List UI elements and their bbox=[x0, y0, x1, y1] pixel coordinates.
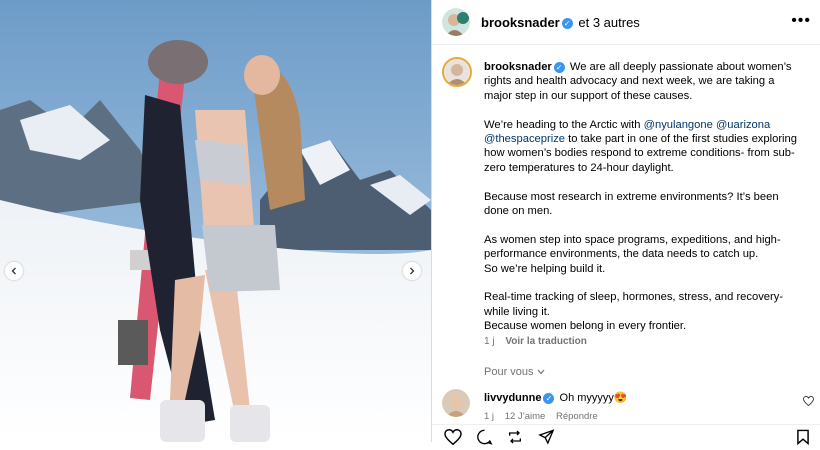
comment-like-button[interactable] bbox=[803, 395, 814, 409]
caption-text: We’re heading to the Arctic with bbox=[484, 118, 644, 131]
comment-likes[interactable]: 12 J’aime bbox=[505, 411, 546, 422]
chevron-left-icon bbox=[11, 267, 16, 275]
caption-paragraph: Because most research in extreme environ… bbox=[484, 190, 779, 218]
more-icon[interactable]: ••• bbox=[791, 12, 811, 30]
share-button[interactable] bbox=[538, 429, 555, 450]
comment-author[interactable]: livvydunne bbox=[484, 392, 541, 404]
see-translation-link[interactable]: Voir la traduction bbox=[505, 336, 587, 347]
previous-media-button[interactable] bbox=[5, 262, 23, 280]
next-media-button[interactable] bbox=[403, 262, 421, 280]
verified-icon: ✓ bbox=[561, 18, 573, 30]
caption-paragraph: As women step into space programs, exped… bbox=[484, 233, 804, 276]
for-you-dropdown[interactable]: Pour vous bbox=[484, 366, 545, 378]
comment-text: Oh myyyyy😍 bbox=[559, 392, 628, 404]
like-button[interactable] bbox=[444, 428, 462, 450]
repost-icon bbox=[509, 430, 521, 444]
heart-icon bbox=[803, 395, 814, 407]
comment-time[interactable]: 1 j bbox=[484, 411, 494, 422]
comment-meta: 1 j 12 J’aime Répondre bbox=[484, 411, 606, 422]
comment-button[interactable] bbox=[476, 429, 493, 450]
heart-icon bbox=[444, 428, 462, 446]
avatar-image bbox=[444, 59, 470, 85]
caption-text: Because women belong in every frontier. bbox=[484, 320, 687, 333]
post-author-line: brooksnader ✓ et 3 autres bbox=[481, 15, 640, 30]
caption-text: Real-time tracking of sleep, hormones, s… bbox=[484, 291, 784, 318]
mention-link[interactable]: @thespaceprize bbox=[484, 133, 565, 145]
collaborators-text[interactable]: et 3 autres bbox=[578, 15, 639, 30]
for-you-label: Pour vous bbox=[484, 366, 534, 378]
post-photo bbox=[0, 0, 431, 442]
caption-text: As women step into space programs, exped… bbox=[484, 233, 781, 261]
save-button[interactable] bbox=[796, 429, 810, 450]
caption-paragraph: We’re heading to the Arctic with @nyulan… bbox=[484, 118, 804, 176]
repost-button[interactable] bbox=[506, 429, 524, 450]
caption-paragraph: brooksnader ✓ We are all deeply passionat… bbox=[484, 60, 804, 103]
post-header: brooksnader ✓ et 3 autres ••• bbox=[432, 0, 820, 45]
share-icon bbox=[538, 429, 555, 445]
comment: livvydunne ✓ Oh myyyyy😍 bbox=[484, 391, 628, 404]
caption-meta: 1 j Voir la traduction bbox=[484, 336, 595, 347]
author-username[interactable]: brooksnader bbox=[481, 15, 560, 30]
post-caption: brooksnader ✓ We are all deeply passionat… bbox=[484, 60, 804, 348]
avatar-image bbox=[442, 8, 470, 36]
caption-time[interactable]: 1 j bbox=[484, 336, 495, 347]
caption-author-avatar[interactable] bbox=[442, 57, 472, 87]
caption-author[interactable]: brooksnader bbox=[484, 61, 552, 73]
caption-paragraph: Real-time tracking of sleep, hormones, s… bbox=[484, 290, 804, 333]
chevron-down-icon bbox=[537, 369, 545, 375]
commenter-avatar[interactable] bbox=[442, 389, 470, 417]
action-bar bbox=[432, 424, 820, 446]
reply-link[interactable]: Répondre bbox=[556, 411, 598, 422]
verified-icon: ✓ bbox=[553, 61, 565, 73]
chevron-right-icon bbox=[410, 267, 415, 275]
bookmark-icon bbox=[797, 429, 809, 446]
mention-link[interactable]: @uarizona bbox=[716, 119, 770, 131]
avatar-image bbox=[442, 389, 470, 417]
caption-text: So we’re helping build it. bbox=[484, 262, 606, 275]
mention-link[interactable]: @nyulangone bbox=[644, 119, 713, 131]
verified-icon: ✓ bbox=[543, 392, 555, 404]
author-avatar[interactable] bbox=[442, 8, 470, 36]
post-panel: brooksnader ✓ et 3 autres ••• brooksnader… bbox=[431, 0, 820, 446]
post-media[interactable] bbox=[0, 0, 431, 442]
comment-icon bbox=[477, 429, 493, 445]
